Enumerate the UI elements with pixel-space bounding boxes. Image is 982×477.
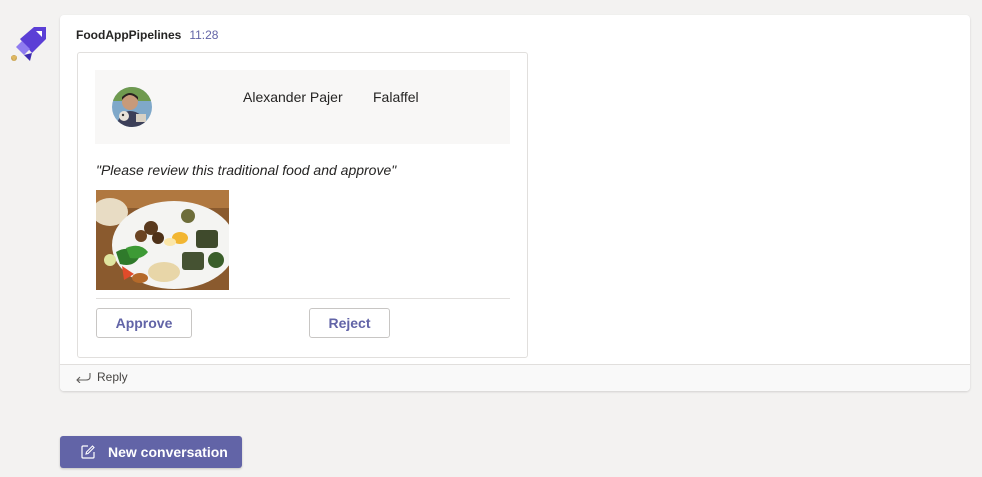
reject-button[interactable]: Reject — [309, 308, 390, 338]
approve-button[interactable]: Approve — [96, 308, 192, 338]
card-header: Alexander Pajer Falaffel — [95, 70, 510, 144]
message-timestamp: 11:28 — [189, 28, 219, 42]
card-divider — [96, 298, 510, 299]
adaptive-card: Alexander Pajer Falaffel "Please review … — [77, 52, 528, 358]
compose-icon — [81, 445, 95, 459]
reply-button[interactable]: Reply — [75, 370, 128, 384]
message-post: FoodAppPipelines 11:28 Alexander Pajer Fa… — [60, 15, 970, 391]
bot-avatar-icon[interactable] — [8, 25, 48, 63]
reply-arrow-icon — [76, 373, 91, 383]
new-conversation-button[interactable]: New conversation — [60, 436, 242, 468]
user-name: Alexander Pajer — [243, 89, 343, 105]
new-conversation-label: New conversation — [108, 444, 228, 460]
review-request-text: "Please review this traditional food and… — [96, 162, 397, 178]
reply-label: Reply — [97, 370, 128, 384]
food-name: Falaffel — [373, 89, 419, 105]
sender-name[interactable]: FoodAppPipelines — [76, 28, 181, 42]
post-header: FoodAppPipelines 11:28 — [76, 28, 218, 42]
user-avatar — [112, 87, 152, 127]
reply-bar: Reply — [60, 364, 970, 391]
food-photo — [96, 190, 229, 290]
